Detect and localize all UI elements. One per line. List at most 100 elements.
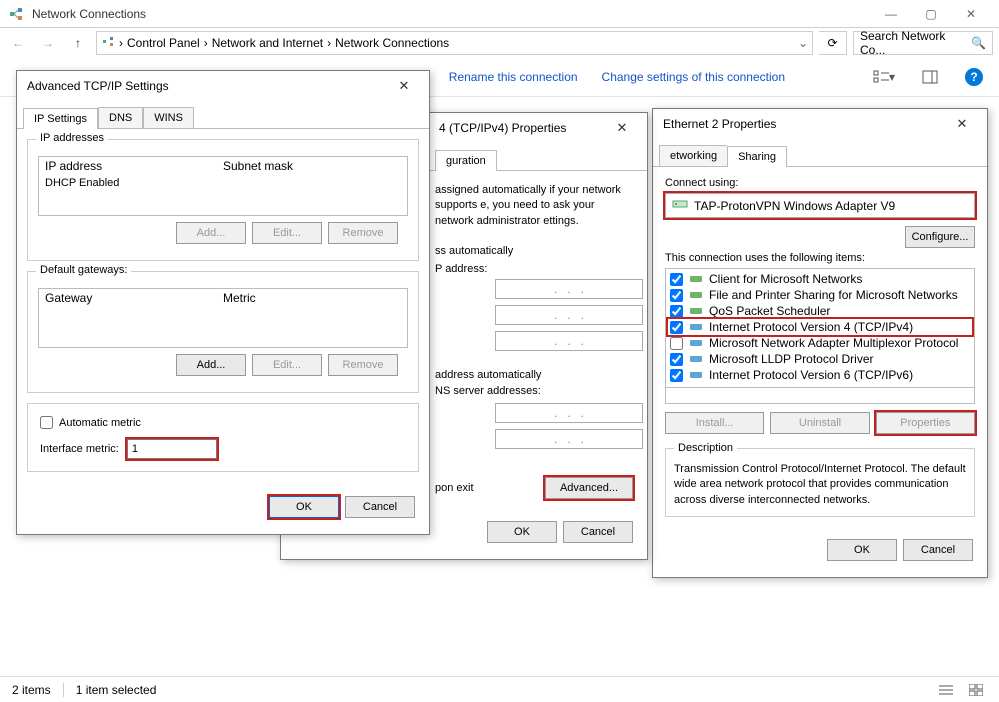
obtain-dns-auto: address automatically: [435, 369, 633, 381]
interface-metric-input[interactable]: [127, 439, 217, 459]
crumb-icon: [101, 35, 115, 52]
tab-configuration[interactable]: guration: [435, 150, 497, 171]
search-icon: 🔍: [971, 36, 986, 50]
adapter-icon: [672, 198, 688, 213]
dialog-title-bar: Advanced TCP/IP Settings ✕: [17, 71, 429, 101]
connect-using-label: Connect using:: [665, 177, 975, 189]
component-icon: [689, 289, 703, 301]
change-settings-link[interactable]: Change settings of this connection: [602, 70, 785, 84]
tabs: etworking Sharing: [653, 139, 987, 167]
refresh-button[interactable]: ⟳: [819, 31, 847, 55]
properties-button[interactable]: Properties: [876, 412, 975, 434]
up-button[interactable]: ↑: [66, 31, 90, 55]
crumb-network-connections[interactable]: Network Connections: [335, 36, 449, 50]
chevron-down-icon[interactable]: ⌄: [798, 36, 808, 50]
close-icon[interactable]: ✕: [607, 120, 637, 136]
tab-sharing[interactable]: Sharing: [727, 146, 787, 167]
breadcrumb[interactable]: › Control Panel › Network and Internet ›…: [96, 31, 813, 55]
uninstall-button[interactable]: Uninstall: [770, 412, 869, 434]
forward-button[interactable]: →: [36, 31, 60, 55]
dns-label: NS server addresses:: [435, 385, 633, 397]
list-item[interactable]: Internet Protocol Version 6 (TCP/IPv6): [668, 367, 972, 383]
help-button[interactable]: ?: [965, 68, 983, 86]
list-item[interactable]: Internet Protocol Version 4 (TCP/IPv4): [668, 319, 972, 335]
search-input[interactable]: Search Network Co...🔍: [853, 31, 993, 55]
automatic-metric-checkbox[interactable]: Automatic metric: [40, 416, 406, 429]
ip-field[interactable]: . . .: [495, 279, 643, 299]
tabs: IP Settings DNS WINS: [17, 101, 429, 129]
maximize-button[interactable]: ▢: [911, 0, 951, 28]
close-icon[interactable]: ✕: [947, 116, 977, 132]
ip-field[interactable]: . . .: [495, 305, 643, 325]
obtain-ip-auto: ss automatically: [435, 245, 633, 257]
statusbar: 2 items 1 item selected: [0, 676, 999, 702]
crumb-control-panel[interactable]: Control Panel: [127, 36, 200, 50]
component-icon: [689, 337, 703, 349]
ipv4-description: assigned automatically if your network s…: [435, 183, 633, 229]
list-item[interactable]: Microsoft LLDP Protocol Driver: [668, 351, 972, 367]
app-icon: [8, 6, 24, 22]
default-gateways-group: Default gateways: GatewayMetric Add... E…: [27, 271, 419, 393]
view-options-button[interactable]: ▾: [873, 66, 895, 88]
remove-button[interactable]: Remove: [328, 354, 398, 376]
preview-pane-button[interactable]: [919, 66, 941, 88]
horizontal-scrollbar[interactable]: [665, 388, 975, 404]
ok-button[interactable]: OK: [827, 539, 897, 561]
tab-networking[interactable]: etworking: [659, 145, 727, 166]
ip-address-list[interactable]: IP addressSubnet mask DHCP Enabled: [38, 156, 408, 216]
dns-field[interactable]: . . .: [495, 429, 643, 449]
tiles-view-icon[interactable]: [965, 679, 987, 701]
list-item[interactable]: Microsoft Network Adapter Multiplexor Pr…: [668, 335, 972, 351]
ip-field[interactable]: . . .: [495, 331, 643, 351]
list-item[interactable]: File and Printer Sharing for Microsoft N…: [668, 287, 972, 303]
dns-field[interactable]: . . .: [495, 403, 643, 423]
chevron-right-icon: ›: [327, 36, 331, 50]
edit-button[interactable]: Edit...: [252, 222, 322, 244]
add-button[interactable]: Add...: [176, 354, 246, 376]
status-item-count: 2 items: [12, 683, 51, 697]
rename-link[interactable]: Rename this connection: [449, 70, 578, 84]
edit-button[interactable]: Edit...: [252, 354, 322, 376]
back-button[interactable]: ←: [6, 31, 30, 55]
uses-label: This connection uses the following items…: [665, 252, 975, 264]
close-button[interactable]: ✕: [951, 0, 991, 28]
dialog-title: Advanced TCP/IP Settings: [27, 79, 169, 93]
chevron-right-icon: ›: [119, 36, 123, 50]
close-icon[interactable]: ✕: [389, 78, 419, 94]
remove-button[interactable]: Remove: [328, 222, 398, 244]
titlebar: Network Connections — ▢ ✕: [0, 0, 999, 28]
add-button[interactable]: Add...: [176, 222, 246, 244]
ip-addresses-group: IP addresses IP addressSubnet mask DHCP …: [27, 139, 419, 261]
status-selection: 1 item selected: [76, 683, 157, 697]
chevron-right-icon: ›: [204, 36, 208, 50]
configure-button[interactable]: Configure...: [905, 226, 975, 248]
cancel-button[interactable]: Cancel: [345, 496, 415, 518]
metric-group: Automatic metric Interface metric:: [27, 403, 419, 472]
component-icon: [689, 305, 703, 317]
list-item[interactable]: QoS Packet Scheduler: [668, 303, 972, 319]
adapter-field[interactable]: TAP-ProtonVPN Windows Adapter V9: [665, 193, 975, 218]
ok-button[interactable]: OK: [269, 496, 339, 518]
component-icon: [689, 369, 703, 381]
nav-bar: ← → ↑ › Control Panel › Network and Inte…: [0, 28, 999, 58]
cancel-button[interactable]: Cancel: [563, 521, 633, 543]
component-icon: [689, 353, 703, 365]
list-item[interactable]: Client for Microsoft Networks: [668, 271, 972, 287]
details-view-icon[interactable]: [935, 679, 957, 701]
tab-dns[interactable]: DNS: [98, 107, 143, 128]
crumb-network-internet[interactable]: Network and Internet: [212, 36, 323, 50]
minimize-button[interactable]: —: [871, 0, 911, 28]
advanced-button[interactable]: Advanced...: [545, 477, 633, 499]
gateway-list[interactable]: GatewayMetric: [38, 288, 408, 348]
cancel-button[interactable]: Cancel: [903, 539, 973, 561]
component-icon: [689, 273, 703, 285]
interface-metric-label: Interface metric:: [40, 443, 119, 455]
component-icon: [689, 321, 703, 333]
install-button[interactable]: Install...: [665, 412, 764, 434]
advanced-tcpip-dialog: Advanced TCP/IP Settings ✕ IP Settings D…: [16, 70, 430, 535]
dialog-title: Ethernet 2 Properties: [663, 117, 776, 131]
tab-ip-settings[interactable]: IP Settings: [23, 108, 98, 129]
ok-button[interactable]: OK: [487, 521, 557, 543]
components-list[interactable]: Client for Microsoft NetworksFile and Pr…: [665, 268, 975, 388]
tab-wins[interactable]: WINS: [143, 107, 194, 128]
